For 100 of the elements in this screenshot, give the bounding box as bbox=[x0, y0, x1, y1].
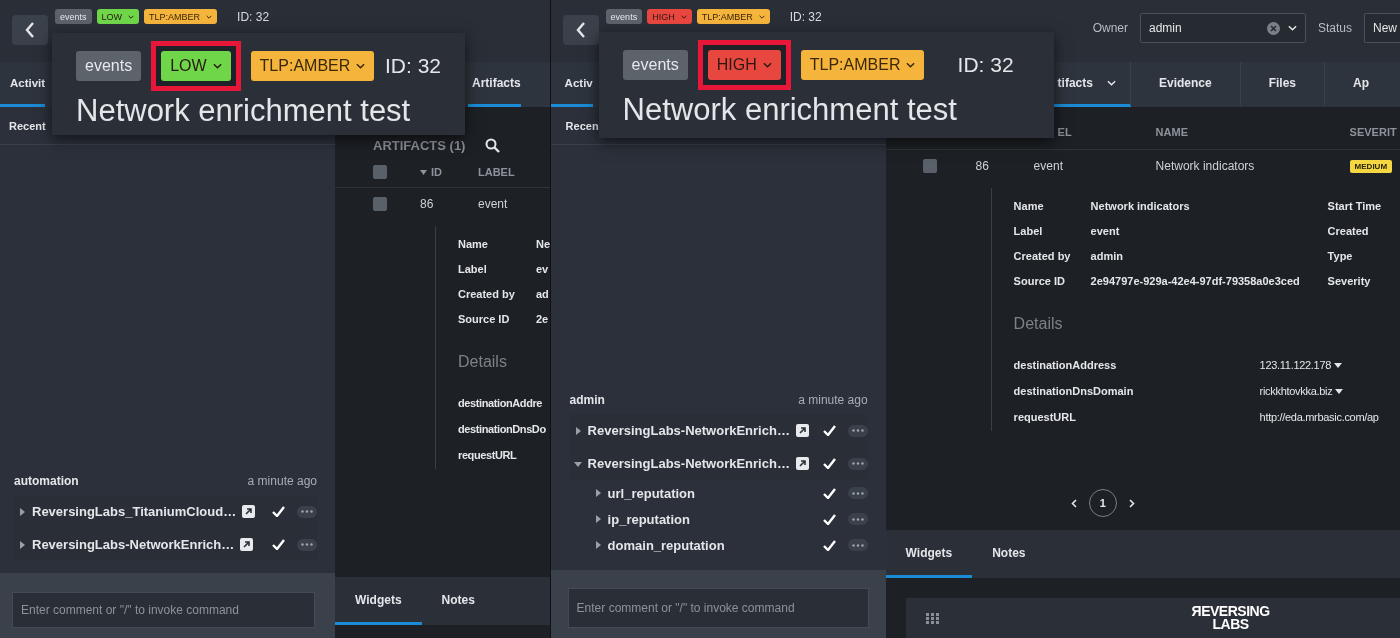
more-button[interactable] bbox=[847, 457, 868, 470]
field-value: 2e94797e-929a-42e4-97df-79358a0e3ced bbox=[1090, 275, 1301, 287]
section-heading: Details bbox=[458, 353, 508, 371]
task-name[interactable]: ReversingLabs-NetworkEnrich… bbox=[587, 423, 790, 438]
tlp-dropdown[interactable]: TLP:AMBER bbox=[696, 9, 770, 24]
expand-caret-icon[interactable] bbox=[573, 426, 582, 435]
search-icon[interactable] bbox=[485, 138, 501, 153]
comment-input[interactable]: Enter comment or "/" to invoke command bbox=[567, 588, 869, 628]
dropdown-caret-icon[interactable] bbox=[1335, 388, 1344, 394]
chevron-right-icon bbox=[1128, 498, 1135, 508]
tlp-dropdown[interactable]: TLP:AMBER bbox=[144, 9, 218, 24]
attribute-value: http://eda.mrbasic.com/ap bbox=[1259, 411, 1379, 423]
field-label: Name bbox=[458, 238, 489, 250]
severity-dropdown[interactable]: LOW bbox=[96, 9, 140, 24]
status-select[interactable]: New bbox=[1364, 13, 1400, 43]
category-tag[interactable]: events bbox=[76, 51, 142, 81]
next-page-button[interactable] bbox=[1128, 498, 1135, 508]
comment-input[interactable]: Enter comment or "/" to invoke command bbox=[12, 592, 315, 628]
more-button[interactable] bbox=[847, 513, 868, 525]
expand-caret-icon[interactable] bbox=[573, 459, 582, 468]
tlp-dropdown[interactable]: TLP:AMBER bbox=[250, 51, 375, 81]
select-all-checkbox[interactable] bbox=[373, 165, 387, 179]
task-name[interactable]: ReversingLabs-NetworkEnrich… bbox=[587, 456, 790, 471]
attribute-name: destinationDnsDo bbox=[458, 423, 547, 435]
back-button[interactable] bbox=[12, 15, 48, 45]
field-value: Network indicators bbox=[1090, 200, 1191, 212]
more-button[interactable] bbox=[847, 424, 868, 437]
attribute-value: rickkhtovkka.biz bbox=[1259, 385, 1333, 397]
field-label: Source ID bbox=[458, 313, 511, 325]
row-checkbox[interactable] bbox=[922, 159, 937, 173]
previous-page-button[interactable] bbox=[1070, 498, 1077, 508]
category-tag[interactable]: events bbox=[622, 50, 688, 80]
expand-caret-icon[interactable] bbox=[593, 515, 602, 523]
ellipsis-icon bbox=[851, 491, 864, 495]
field-label: Status bbox=[1317, 21, 1352, 35]
expand-caret-icon[interactable] bbox=[18, 507, 26, 516]
column-header[interactable]: SEVERIT bbox=[1349, 126, 1397, 138]
field-label: Label bbox=[1013, 225, 1044, 237]
field-label: Name bbox=[1013, 200, 1045, 212]
attribute-name: destinationAddre bbox=[458, 397, 544, 409]
severity-dropdown[interactable]: HIGH bbox=[707, 50, 781, 80]
case-id: ID: 32 bbox=[789, 10, 822, 24]
task-name[interactable]: ReversingLabs_TitaniumCloud… bbox=[32, 504, 237, 519]
section-heading: Recen bbox=[565, 119, 599, 132]
section-title: ARTIFACTS (1) bbox=[373, 138, 466, 153]
tab[interactable]: Notes bbox=[972, 530, 1046, 578]
expand-caret-icon[interactable] bbox=[593, 541, 602, 549]
field-label: Created bbox=[1327, 225, 1370, 237]
ellipsis-icon bbox=[301, 510, 313, 513]
field-value: admin bbox=[1090, 250, 1124, 262]
chevron-down-icon[interactable] bbox=[1287, 25, 1297, 31]
attribute-name: destinationDnsDomain bbox=[1013, 385, 1135, 397]
drag-handle-icon[interactable] bbox=[925, 612, 939, 624]
field-label: Label bbox=[458, 263, 488, 275]
column-header[interactable]: EL bbox=[1057, 126, 1072, 138]
external-link-icon[interactable] bbox=[795, 457, 809, 470]
more-button[interactable] bbox=[297, 505, 317, 518]
ellipsis-icon bbox=[301, 543, 313, 546]
external-link-icon[interactable] bbox=[795, 424, 809, 437]
column-header[interactable]: NAME bbox=[1155, 126, 1188, 138]
column-header[interactable]: LABEL bbox=[478, 166, 515, 178]
section-heading: Details bbox=[1013, 315, 1064, 333]
field-label: Type bbox=[1327, 250, 1354, 262]
field-label: Owner bbox=[1092, 21, 1128, 35]
case-id: ID: 32 bbox=[957, 53, 1014, 77]
case-title: Network enrichment test bbox=[76, 93, 412, 129]
tab[interactable]: Widgets bbox=[885, 530, 973, 578]
tab[interactable]: Widgets bbox=[335, 577, 422, 625]
attribute-name: destinationAddress bbox=[1013, 359, 1118, 371]
more-button[interactable] bbox=[297, 538, 317, 551]
tab[interactable]: Notes bbox=[421, 577, 495, 625]
field-value: Ne bbox=[536, 238, 550, 250]
task-name[interactable]: domain_reputation bbox=[607, 537, 725, 553]
expand-caret-icon[interactable] bbox=[593, 489, 602, 497]
owner-select[interactable]: admin bbox=[1139, 13, 1306, 43]
severity-dropdown[interactable]: HIGH bbox=[647, 9, 692, 24]
table-cell-text: event bbox=[478, 197, 509, 211]
external-link-icon[interactable] bbox=[242, 505, 256, 518]
field-label: Source ID bbox=[1013, 275, 1066, 287]
tlp-dropdown[interactable]: TLP:AMBER bbox=[800, 50, 925, 80]
task-name[interactable]: ReversingLabs-NetworkEnrich… bbox=[32, 537, 235, 552]
task-name[interactable]: ip_reputation bbox=[607, 511, 690, 527]
row-checkbox[interactable] bbox=[373, 197, 387, 211]
field-label: Start Time bbox=[1327, 200, 1383, 212]
severity-dropdown[interactable]: LOW bbox=[161, 51, 231, 81]
expand-caret-icon[interactable] bbox=[18, 540, 26, 549]
back-button[interactable] bbox=[562, 15, 599, 45]
tab[interactable]: Ap bbox=[1325, 62, 1369, 107]
category-tag[interactable]: events bbox=[55, 9, 92, 24]
logo: ЯEVERSING LABS bbox=[1191, 605, 1270, 631]
external-link-icon[interactable] bbox=[240, 538, 254, 551]
more-button[interactable] bbox=[847, 539, 868, 551]
clear-icon[interactable] bbox=[1266, 21, 1280, 35]
field-label: Severity bbox=[1327, 275, 1372, 287]
field-value: event bbox=[1090, 225, 1121, 237]
more-button[interactable] bbox=[847, 487, 868, 499]
dropdown-caret-icon[interactable] bbox=[1334, 362, 1343, 368]
task-name[interactable]: url_reputation bbox=[607, 485, 695, 501]
category-tag[interactable]: events bbox=[605, 9, 643, 24]
column-header[interactable]: ID bbox=[420, 166, 442, 178]
